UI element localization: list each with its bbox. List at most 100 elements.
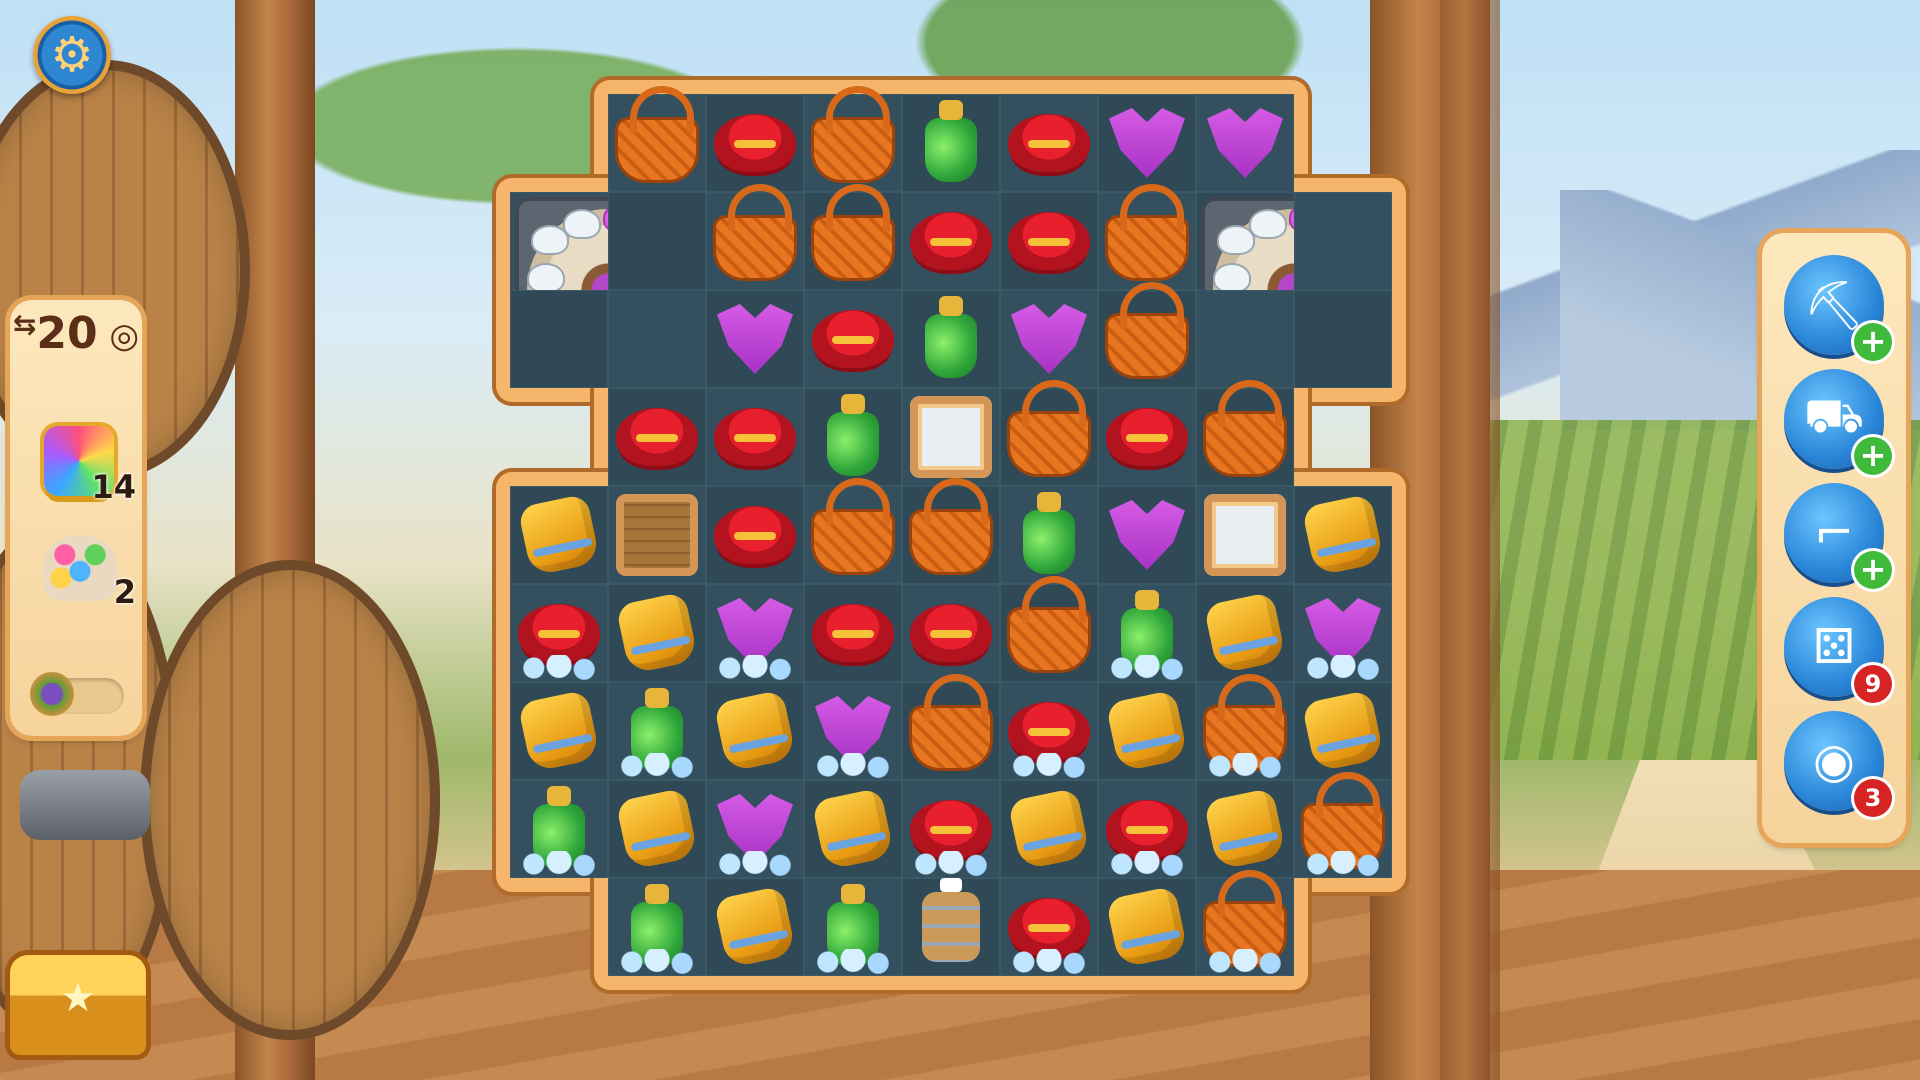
bag-piece[interactable] — [1105, 885, 1189, 969]
hat-piece[interactable] — [811, 591, 895, 675]
bottle-piece[interactable] — [615, 884, 699, 975]
board-cell[interactable] — [1294, 290, 1392, 388]
add-booster-plus-icon[interactable]: + — [1854, 551, 1892, 589]
basket-piece[interactable] — [909, 674, 993, 773]
basket-piece[interactable] — [909, 478, 993, 577]
scarf-piece[interactable] — [1105, 493, 1189, 577]
bag-piece[interactable] — [1007, 787, 1091, 871]
bottle-piece[interactable] — [615, 688, 699, 779]
basket-icon — [912, 674, 990, 768]
bottle-piece[interactable] — [909, 100, 993, 185]
glass-crate-blocker[interactable] — [910, 396, 992, 478]
bag-piece[interactable] — [811, 787, 895, 871]
bag-piece[interactable] — [1203, 591, 1287, 675]
goals-panel: ⇆20 ◎ 14 2 — [10, 300, 142, 736]
bottle-piece[interactable] — [517, 786, 601, 877]
hat-piece[interactable] — [713, 101, 797, 185]
revolver-booster-button[interactable]: ⌐ + — [1784, 483, 1892, 589]
basket-piece[interactable] — [1007, 380, 1091, 479]
bag-piece[interactable] — [1203, 787, 1287, 871]
basket-piece[interactable] — [811, 86, 895, 185]
hat-piece[interactable] — [1007, 101, 1091, 185]
scarf-piece[interactable] — [811, 689, 895, 779]
gold-coins-booster-button[interactable]: ◉ 3 — [1784, 711, 1892, 817]
ice-overlay — [1203, 753, 1287, 779]
basket-piece[interactable] — [1301, 772, 1385, 877]
scarf-icon — [1207, 108, 1283, 178]
bag-piece[interactable] — [517, 493, 601, 577]
basket-piece[interactable] — [1203, 870, 1287, 975]
board-cell[interactable] — [510, 290, 608, 388]
bag-piece[interactable] — [713, 689, 797, 773]
basket-piece[interactable] — [811, 478, 895, 577]
pickaxe-booster-button[interactable]: ⛏ + — [1784, 255, 1892, 361]
hat-icon — [910, 800, 992, 858]
hat-piece[interactable] — [615, 395, 699, 479]
hat-piece[interactable] — [1007, 689, 1091, 779]
basket-piece[interactable] — [713, 184, 797, 283]
scarf-piece[interactable] — [1301, 591, 1385, 681]
bottle-piece[interactable] — [1007, 492, 1091, 577]
basket-piece[interactable] — [1105, 282, 1189, 381]
barrel-piece[interactable] — [909, 878, 993, 969]
bag-icon — [713, 689, 797, 773]
glass-crate-blocker[interactable] — [1204, 494, 1286, 576]
bottle-piece[interactable] — [811, 884, 895, 975]
target-icon: ◎ — [97, 316, 140, 356]
basket-icon — [814, 86, 892, 180]
scarf-piece[interactable] — [1007, 297, 1091, 381]
board-cell[interactable] — [1294, 192, 1392, 290]
bag-piece[interactable] — [1105, 689, 1189, 773]
wood-crate-blocker[interactable] — [616, 494, 698, 576]
ice-overlay — [713, 851, 797, 877]
basket-piece[interactable] — [811, 184, 895, 283]
treasure-chest-button[interactable]: ★ — [10, 955, 146, 1055]
hat-piece[interactable] — [713, 493, 797, 577]
board-cell[interactable] — [608, 290, 706, 388]
bag-icon — [1203, 787, 1287, 871]
hat-piece[interactable] — [1007, 885, 1091, 975]
scarf-piece[interactable] — [713, 591, 797, 681]
dice-booster-button[interactable]: ⚄ 9 — [1784, 597, 1892, 703]
board-cell[interactable] — [1196, 290, 1294, 388]
basket-piece[interactable] — [1007, 576, 1091, 675]
bag-piece[interactable] — [1301, 689, 1385, 773]
basket-piece[interactable] — [1203, 380, 1287, 479]
scarf-piece[interactable] — [713, 297, 797, 381]
bag-piece[interactable] — [1301, 493, 1385, 577]
bottle-piece[interactable] — [811, 394, 895, 479]
hat-piece[interactable] — [1105, 787, 1189, 877]
scarf-piece[interactable] — [713, 787, 797, 877]
hat-piece[interactable] — [1105, 395, 1189, 479]
wagon-booster-button[interactable]: ⛟ + — [1784, 369, 1892, 475]
hat-piece[interactable] — [909, 787, 993, 877]
hat-piece[interactable] — [909, 199, 993, 283]
settings-button[interactable]: ⚙ — [33, 16, 111, 94]
bottle-piece[interactable] — [1105, 590, 1189, 681]
hat-piece[interactable] — [909, 591, 993, 675]
bag-piece[interactable] — [713, 885, 797, 969]
bag-piece[interactable] — [615, 787, 699, 871]
basket-piece[interactable] — [1105, 184, 1189, 283]
add-booster-plus-icon[interactable]: + — [1854, 437, 1892, 475]
hat-piece[interactable] — [713, 395, 797, 479]
bag-piece[interactable] — [615, 591, 699, 675]
basket-piece[interactable] — [615, 86, 699, 185]
bottle-piece[interactable] — [909, 296, 993, 381]
basket-icon — [814, 478, 892, 572]
hat-icon — [616, 408, 698, 466]
goal-count: 2 — [113, 573, 136, 611]
hat-piece[interactable] — [1007, 199, 1091, 283]
basket-piece[interactable] — [1203, 674, 1287, 779]
scarf-piece[interactable] — [1203, 101, 1287, 185]
board-cell[interactable] — [608, 192, 706, 290]
hat-piece[interactable] — [811, 297, 895, 381]
scarf-piece[interactable] — [1105, 101, 1189, 185]
bag-piece[interactable] — [517, 689, 601, 773]
add-booster-plus-icon[interactable]: + — [1854, 323, 1892, 361]
hat-icon — [1008, 212, 1090, 270]
ice-overlay — [909, 851, 993, 877]
bag-icon — [1007, 787, 1091, 871]
hat-piece[interactable] — [517, 591, 601, 681]
star-icon: ★ — [60, 975, 96, 1021]
